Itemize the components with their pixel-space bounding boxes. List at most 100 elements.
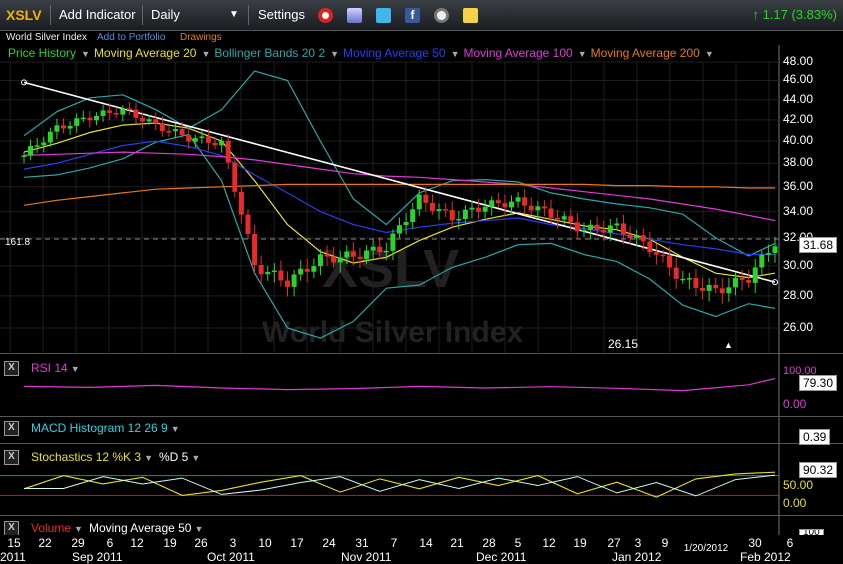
x-tick-label: 26 bbox=[194, 536, 208, 550]
candle-body bbox=[469, 207, 475, 210]
stoch-d-line bbox=[24, 474, 776, 497]
candle-body bbox=[410, 209, 416, 223]
watermark-ticker: XSLV bbox=[322, 239, 460, 299]
drawings-link[interactable]: Drawings bbox=[180, 30, 222, 45]
alarm-clock-icon[interactable] bbox=[318, 8, 333, 23]
volume-label[interactable]: Volume bbox=[31, 521, 71, 535]
candle-body bbox=[232, 162, 238, 192]
database-icon[interactable] bbox=[347, 8, 362, 23]
y-tick-label: 42.00 bbox=[783, 111, 814, 126]
interval-select[interactable]: Daily bbox=[151, 0, 180, 30]
level-label: 161.8 bbox=[5, 237, 31, 248]
binoculars-icon[interactable] bbox=[434, 8, 449, 23]
stoch-zero-label: 0.00 bbox=[783, 496, 807, 510]
candle-body bbox=[212, 142, 218, 146]
candle-body bbox=[67, 125, 73, 129]
candle-body bbox=[238, 191, 244, 215]
x-tick-label: 19 bbox=[573, 536, 587, 550]
ticker-symbol[interactable]: XSLV bbox=[6, 0, 42, 30]
candle-body bbox=[686, 278, 692, 280]
chevron-down-icon[interactable]: ▼ bbox=[144, 453, 153, 463]
legend-item-ma50[interactable]: Moving Average 50 ▼ bbox=[343, 46, 461, 60]
legend-item-bollinger[interactable]: Bollinger Bands 20 2 ▼ bbox=[214, 46, 341, 60]
close-icon[interactable]: X bbox=[4, 450, 19, 466]
x-month-label: 2011 bbox=[0, 550, 26, 564]
y-tick-label: 28.00 bbox=[783, 287, 814, 302]
candle-body bbox=[673, 267, 679, 279]
y-tick-label: 26.00 bbox=[783, 319, 814, 334]
candle-body bbox=[390, 233, 396, 251]
candle-body bbox=[41, 142, 47, 146]
candle-body bbox=[706, 285, 712, 291]
legend-item-ma20[interactable]: Moving Average 20 ▼ bbox=[94, 46, 212, 60]
candle-body bbox=[508, 201, 514, 208]
x-tick-label: 21 bbox=[450, 536, 464, 550]
candle-body bbox=[80, 117, 86, 120]
stoch-label[interactable]: Stochastics 12 %K 3 bbox=[31, 450, 141, 464]
candle-body bbox=[324, 254, 330, 257]
candle-body bbox=[291, 274, 297, 287]
candle-body bbox=[258, 264, 264, 275]
sticky-note-icon[interactable] bbox=[463, 8, 478, 23]
divider bbox=[0, 353, 843, 354]
candle-body bbox=[344, 251, 350, 258]
candle-body bbox=[153, 119, 159, 124]
chevron-down-icon[interactable]: ▼ bbox=[229, 0, 239, 30]
add-to-portfolio-link[interactable]: Add to Portfolio bbox=[97, 30, 165, 45]
candle-body bbox=[759, 254, 765, 268]
legend-item-ma100[interactable]: Moving Average 100 ▼ bbox=[463, 46, 588, 60]
candle-body bbox=[746, 280, 752, 283]
macd-label[interactable]: MACD Histogram 12 26 9 bbox=[31, 421, 168, 435]
candle-body bbox=[476, 207, 482, 212]
chevron-down-icon[interactable]: ▼ bbox=[71, 364, 80, 374]
candle-body bbox=[245, 214, 251, 234]
settings-button[interactable]: Settings bbox=[258, 0, 305, 30]
close-icon[interactable]: X bbox=[4, 421, 19, 437]
candle-body bbox=[436, 209, 442, 211]
close-icon[interactable]: X bbox=[4, 361, 19, 377]
candle-body bbox=[667, 255, 673, 268]
candle-body bbox=[93, 115, 99, 121]
candle-body bbox=[331, 256, 337, 263]
trendline-anchor bbox=[21, 79, 27, 86]
rsi-label[interactable]: RSI 14 bbox=[31, 361, 68, 375]
divider bbox=[0, 443, 843, 444]
series-line-trendline bbox=[23, 81, 776, 283]
candle-body bbox=[285, 280, 291, 287]
candle-body bbox=[54, 125, 60, 132]
price-change-value: 1.17 (3.83%) bbox=[762, 7, 837, 22]
chevron-down-icon[interactable]: ▼ bbox=[191, 453, 200, 463]
volume-ma-label[interactable]: Moving Average 50 bbox=[89, 521, 192, 535]
toolbar-separator bbox=[142, 5, 143, 25]
candle-body bbox=[271, 270, 277, 273]
add-indicator-button[interactable]: Add Indicator bbox=[59, 0, 136, 30]
candle-body bbox=[495, 200, 501, 204]
chevron-down-icon[interactable]: ▼ bbox=[171, 424, 180, 434]
y-tick-label: 40.00 bbox=[783, 133, 814, 148]
candle-body bbox=[607, 225, 613, 233]
candle-body bbox=[456, 218, 462, 221]
legend-item-ma200[interactable]: Moving Average 200 ▼ bbox=[591, 46, 716, 60]
candle-body bbox=[278, 270, 284, 281]
price-change: ↑ 1.17 (3.83%) bbox=[752, 0, 837, 30]
chevron-down-icon[interactable]: ▼ bbox=[74, 524, 83, 534]
stoch-d-label[interactable]: %D 5 bbox=[159, 450, 188, 464]
facebook-icon[interactable]: f bbox=[405, 8, 420, 23]
twitter-icon[interactable] bbox=[376, 8, 391, 23]
candle-body bbox=[146, 119, 152, 122]
chevron-down-icon[interactable]: ▼ bbox=[194, 524, 203, 534]
x-tick-label: 15 bbox=[7, 536, 21, 550]
candle-body bbox=[173, 129, 179, 132]
candle-body bbox=[634, 235, 640, 239]
candle-body bbox=[528, 205, 534, 211]
candle-body bbox=[522, 197, 528, 206]
trendline-anchor bbox=[772, 279, 778, 286]
candle-body bbox=[765, 253, 771, 255]
candle-body bbox=[87, 117, 93, 121]
watermark-name: World Silver Index bbox=[262, 316, 524, 349]
x-tick-label: 28 bbox=[482, 536, 496, 550]
x-tick-label: 19 bbox=[163, 536, 177, 550]
legend-item-price-history[interactable]: Price History ▼ bbox=[8, 46, 92, 60]
x-month-label: Dec 2011 bbox=[476, 550, 527, 564]
candle-body bbox=[588, 224, 594, 230]
